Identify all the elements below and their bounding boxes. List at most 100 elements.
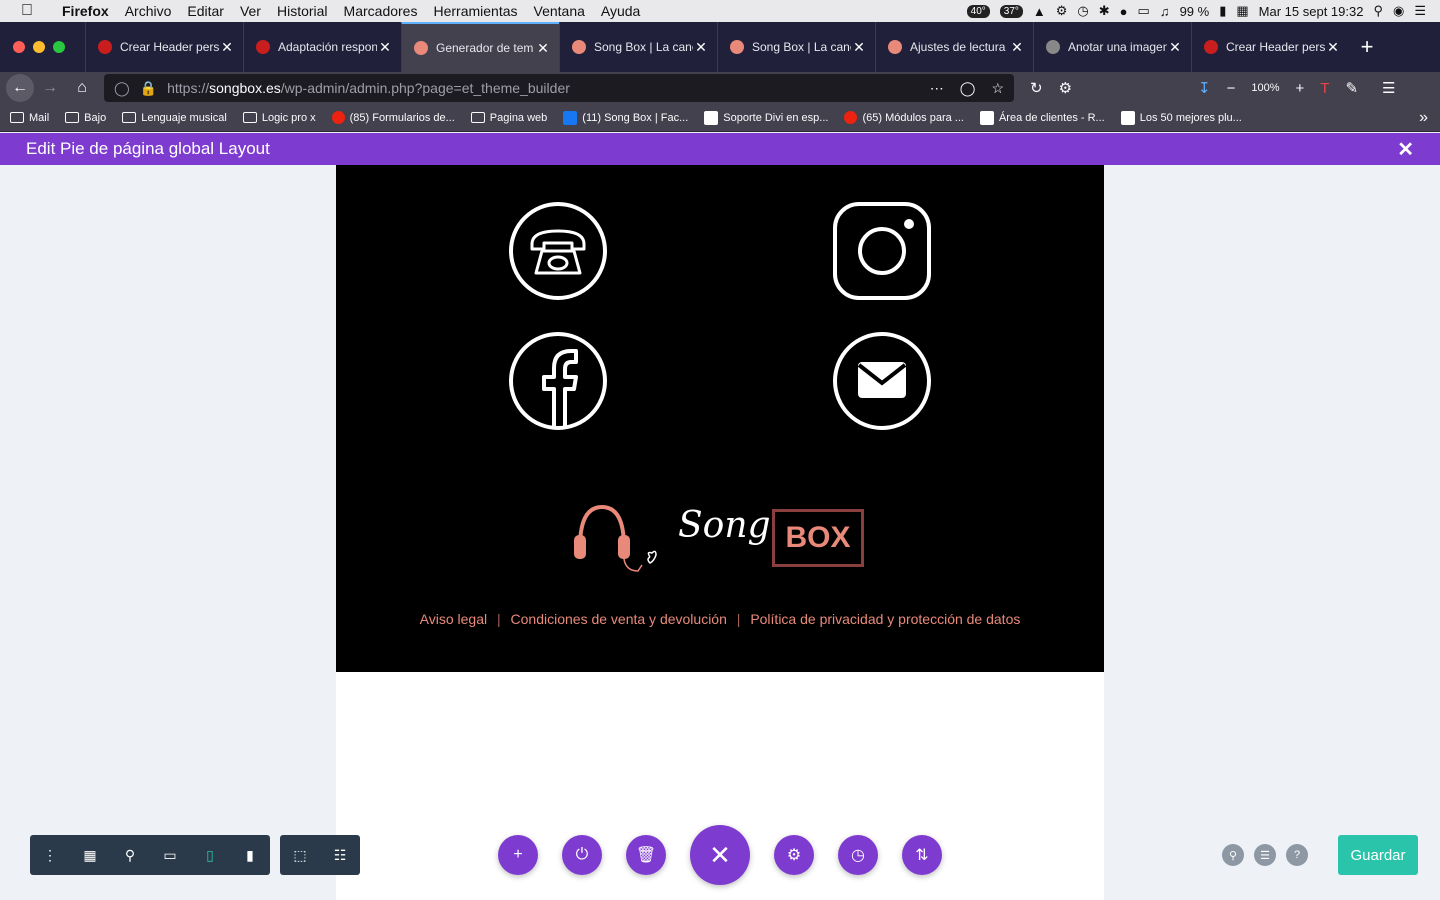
instagram-icon[interactable] bbox=[832, 201, 932, 301]
tracking-shield-icon[interactable]: ◯ bbox=[114, 80, 130, 97]
footer-section[interactable]: Song BOX Aviso legal | Condiciones de ve… bbox=[336, 165, 1104, 672]
menu-herramientas[interactable]: Herramientas bbox=[425, 3, 525, 19]
layers-icon[interactable]: ☰ bbox=[1254, 844, 1276, 866]
download-icon[interactable]: ↧ bbox=[1198, 79, 1211, 97]
pocket-icon[interactable]: ◯ bbox=[960, 80, 976, 97]
songbox-logo[interactable]: Song BOX bbox=[566, 501, 866, 581]
menu-app-name[interactable]: Firefox bbox=[54, 3, 117, 19]
menu-archivo[interactable]: Archivo bbox=[117, 3, 180, 19]
browser-tab[interactable]: Crear Header pers ✕ bbox=[1191, 22, 1349, 72]
extension-t-icon[interactable]: T bbox=[1320, 80, 1329, 97]
save-button[interactable]: Guardar bbox=[1338, 835, 1418, 875]
menu-historial[interactable]: Historial bbox=[269, 3, 336, 19]
back-button[interactable]: ← bbox=[6, 74, 34, 102]
tab-close-icon[interactable]: ✕ bbox=[219, 39, 235, 56]
link-aviso-legal[interactable]: Aviso legal bbox=[420, 611, 487, 627]
phone-view-icon[interactable]: ▮ bbox=[230, 835, 270, 875]
grid-view-icon[interactable]: ☷ bbox=[320, 835, 360, 875]
zoom-out-icon[interactable]: − bbox=[1227, 80, 1236, 97]
volume-icon[interactable]: ♫ bbox=[1160, 4, 1170, 19]
bookmark-item[interactable]: Pagina web bbox=[470, 112, 547, 124]
calendar-icon[interactable]: ▦ bbox=[1236, 3, 1248, 19]
browser-tab[interactable]: Generador de tem ✕ bbox=[401, 22, 559, 72]
network-icon[interactable]: ⚙ bbox=[1056, 3, 1068, 19]
lock-icon[interactable]: 🔒 bbox=[140, 80, 157, 97]
tab-close-icon[interactable]: ✕ bbox=[377, 39, 393, 56]
bookmark-item[interactable]: Los 50 mejores plu... bbox=[1120, 110, 1242, 125]
wireframe-view-icon[interactable]: ▦ bbox=[70, 835, 110, 875]
link-privacidad[interactable]: Política de privacidad y protección de d… bbox=[750, 611, 1020, 627]
bookmark-item[interactable]: Logic pro x bbox=[242, 112, 316, 124]
bookmark-item[interactable]: Soporte Divi en esp... bbox=[704, 110, 828, 125]
control-center-icon[interactable]: ☰ bbox=[1414, 3, 1426, 19]
browser-tab[interactable]: Song Box | La canc ✕ bbox=[559, 22, 717, 72]
browser-tab[interactable]: Song Box | La canc ✕ bbox=[717, 22, 875, 72]
maximize-window-icon[interactable] bbox=[53, 41, 65, 53]
home-button[interactable]: ⌂ bbox=[66, 74, 98, 102]
portability-icon[interactable]: ⏻ bbox=[562, 835, 602, 875]
facebook-icon[interactable] bbox=[508, 331, 608, 431]
tab-close-icon[interactable]: ✕ bbox=[693, 39, 709, 56]
airplay-icon[interactable]: ▭ bbox=[1138, 3, 1150, 19]
reload-icon[interactable]: ↻ bbox=[1030, 79, 1043, 97]
bookmark-star-icon[interactable]: ☆ bbox=[991, 80, 1004, 97]
bookmark-item[interactable]: (11) Song Box | Fac... bbox=[563, 110, 688, 125]
link-condiciones[interactable]: Condiciones de venta y devolución bbox=[511, 611, 727, 627]
wifi-icon[interactable]: ● bbox=[1120, 4, 1128, 19]
tab-close-icon[interactable]: ✕ bbox=[535, 40, 551, 57]
menu-ver[interactable]: Ver bbox=[232, 3, 269, 19]
zoom-level[interactable]: 100% bbox=[1251, 82, 1279, 94]
time-machine-icon[interactable]: ◷ bbox=[1077, 3, 1088, 19]
url-bar[interactable]: ◯ 🔒 https://songbox.es/wp-admin/admin.ph… bbox=[104, 74, 1014, 102]
browser-tab[interactable]: Ajustes de lectura ✕ bbox=[875, 22, 1033, 72]
url-text[interactable]: https://songbox.es/wp-admin/admin.php?pa… bbox=[167, 80, 570, 96]
email-icon[interactable] bbox=[832, 331, 932, 431]
phone-icon[interactable] bbox=[508, 201, 608, 301]
menu-editar[interactable]: Editar bbox=[179, 3, 232, 19]
click-mode-icon[interactable]: ⬚ bbox=[280, 835, 320, 875]
settings-gear-icon[interactable]: ⚙ bbox=[774, 835, 814, 875]
bookmark-item[interactable]: Mail bbox=[10, 112, 49, 124]
extension-pen-icon[interactable]: ✎ bbox=[1345, 79, 1358, 97]
sort-icon[interactable]: ⇅ bbox=[902, 835, 942, 875]
bookmark-item[interactable]: (85) Formularios de... bbox=[331, 111, 455, 124]
bookmark-item[interactable]: (65) Módulos para ... bbox=[844, 111, 964, 124]
forward-button[interactable]: → bbox=[34, 74, 66, 102]
close-layout-icon[interactable]: ✕ bbox=[1397, 137, 1414, 162]
tab-close-icon[interactable]: ✕ bbox=[1167, 39, 1183, 56]
tab-close-icon[interactable]: ✕ bbox=[1325, 39, 1341, 56]
zoom-in-icon[interactable]: + bbox=[1296, 80, 1305, 97]
browser-tab[interactable]: Crear Header pers ✕ bbox=[85, 22, 243, 72]
search-icon[interactable]: ⚲ bbox=[1222, 844, 1244, 866]
add-icon[interactable]: + bbox=[498, 835, 538, 875]
apple-menu-icon[interactable]:  bbox=[0, 2, 54, 20]
bookmark-item[interactable]: Bajo bbox=[65, 112, 106, 124]
browser-tab[interactable]: Adaptación respon ✕ bbox=[243, 22, 401, 72]
bookmark-item[interactable]: Área de clientes - R... bbox=[979, 110, 1105, 125]
bookmark-item[interactable]: Lenguaje musical bbox=[122, 112, 227, 124]
page-actions-icon[interactable]: ⋯ bbox=[930, 80, 944, 97]
battery-text[interactable]: 99 % bbox=[1180, 4, 1210, 19]
history-icon[interactable]: ◷ bbox=[838, 835, 878, 875]
tablet-view-icon[interactable]: ▯ bbox=[190, 835, 230, 875]
new-tab-button[interactable]: + bbox=[1349, 22, 1385, 72]
browser-tab[interactable]: Anotar una imagen ✕ bbox=[1033, 22, 1191, 72]
minimize-window-icon[interactable] bbox=[33, 41, 45, 53]
bluetooth-icon[interactable]: ✱ bbox=[1099, 3, 1110, 19]
zoom-view-icon[interactable]: ⚲ bbox=[110, 835, 150, 875]
tab-close-icon[interactable]: ✕ bbox=[1009, 39, 1025, 56]
spotlight-icon[interactable]: ⚲ bbox=[1373, 3, 1383, 19]
hamburger-menu-icon[interactable]: ☰ bbox=[1382, 79, 1395, 97]
delete-icon[interactable]: 🗑 bbox=[626, 835, 666, 875]
siri-icon[interactable]: ◉ bbox=[1393, 3, 1404, 19]
clock-text[interactable]: Mar 15 sept 19:32 bbox=[1259, 4, 1364, 19]
extension-gear-icon[interactable]: ⚙ bbox=[1059, 79, 1072, 97]
menu-ayuda[interactable]: Ayuda bbox=[593, 3, 648, 19]
close-settings-icon[interactable]: ✕ bbox=[690, 825, 750, 885]
notification-icon[interactable]: ▲ bbox=[1033, 4, 1046, 19]
tab-close-icon[interactable]: ✕ bbox=[851, 39, 867, 56]
desktop-view-icon[interactable]: ▭ bbox=[150, 835, 190, 875]
close-window-icon[interactable] bbox=[13, 41, 25, 53]
more-options-icon[interactable]: ⋮ bbox=[30, 835, 70, 875]
help-icon[interactable]: ? bbox=[1286, 844, 1308, 866]
